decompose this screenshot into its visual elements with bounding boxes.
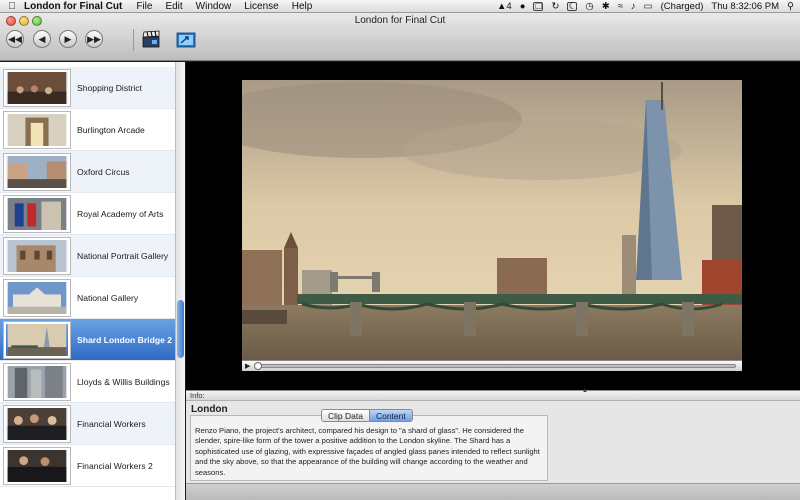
list-item-selected[interactable]: Shard London Bridge 2 (0, 319, 175, 361)
list-item-label: Financial Workers (77, 418, 146, 429)
tab-clip-data[interactable]: Clip Data (322, 410, 369, 421)
adobe-badge: 4 (506, 0, 512, 12)
toolbar-divider (133, 29, 134, 51)
list-item-label: Shard London Bridge 2 (77, 334, 173, 345)
clip-thumbnail (4, 405, 70, 442)
battery-status: (Charged) (660, 0, 704, 12)
clip-thumbnail (4, 69, 70, 106)
clip-thumbnail (4, 153, 70, 190)
clip-thumbnail (4, 321, 70, 358)
status-square-icon[interactable]: □ (533, 1, 544, 11)
sync-icon[interactable]: ↻ (551, 1, 559, 12)
app-menu[interactable]: London for Final Cut (24, 1, 122, 12)
menu-edit[interactable]: Edit (165, 1, 182, 12)
clip-thumbnail (4, 111, 70, 148)
info-header: Info: (186, 391, 800, 401)
menu-file[interactable]: File (136, 1, 152, 12)
list-item-label: Burlington Arcade (77, 124, 145, 135)
menu-help[interactable]: Help (292, 1, 313, 12)
list-item[interactable]: National Gallery (0, 277, 175, 319)
sleep-icon[interactable]: ☾ (567, 1, 578, 11)
clip-thumbnail (4, 237, 70, 274)
time-machine-icon[interactable]: ◷ (585, 1, 593, 12)
pane-resize-icon[interactable]: ▲ (582, 388, 588, 394)
fast-forward-button[interactable]: ▶▶ (85, 30, 103, 48)
apple-menu-icon[interactable]:  (0, 1, 24, 12)
globe-icon[interactable]: ● (520, 1, 526, 12)
window-title: London for Final Cut (354, 15, 446, 26)
sidebar-scrollbar[interactable] (175, 62, 185, 500)
list-item[interactable]: Shopping District (0, 67, 175, 109)
video-controls: ▶ (242, 360, 742, 371)
export-icon[interactable] (176, 31, 196, 48)
skip-to-start-button[interactable]: ◀◀ (6, 30, 24, 48)
list-item-label: Shopping District (77, 82, 142, 93)
clapperboard-icon[interactable] (141, 30, 161, 48)
clip-thumbnail (4, 447, 70, 484)
adobe-icon[interactable]: ▲4 (497, 1, 512, 12)
inline-play-icon[interactable]: ▶ (245, 362, 250, 370)
list-item[interactable]: Financial Workers 2 (0, 445, 175, 487)
clip-list[interactable]: Shopping District Burlington Arcade Oxfo… (0, 62, 185, 500)
bluetooth-icon[interactable]: ✱ (602, 1, 610, 12)
list-item-label: National Portrait Gallery (77, 250, 169, 261)
scrubber-track[interactable] (256, 364, 736, 368)
menu-bar:  London for Final Cut File Edit Window … (0, 0, 800, 13)
volume-icon[interactable]: ♪ (631, 1, 636, 12)
tab-content[interactable]: Content (368, 410, 412, 421)
wifi-icon[interactable]: ≈ (618, 1, 623, 12)
rewind-button[interactable]: ◀ (33, 30, 51, 48)
list-item[interactable]: National Portrait Gallery (0, 235, 175, 277)
menu-window[interactable]: Window (196, 1, 232, 12)
spotlight-search-icon[interactable]: ⚲ (787, 1, 794, 12)
list-item-label: National Gallery (77, 292, 139, 303)
list-item-label: Royal Academy of Arts (77, 208, 164, 219)
content-text: Renzo Piano, the project's architect, co… (190, 415, 548, 481)
list-item-label: Lloyds & Willis Buildings (77, 376, 170, 387)
menu-license[interactable]: License (244, 1, 278, 12)
info-title: London (191, 404, 228, 415)
battery-icon[interactable]: ▭ (644, 1, 653, 12)
menu-clock[interactable]: Thu 8:32:06 PM (711, 1, 779, 12)
list-item[interactable]: Financial Workers (0, 403, 175, 445)
play-button[interactable]: ▶ (59, 30, 77, 48)
video-frame[interactable] (242, 80, 742, 360)
scrollbar-thumb[interactable] (177, 300, 184, 358)
clip-thumbnail (4, 279, 70, 316)
info-pane: Info: ▲ London Clip Data Content Renzo P… (186, 388, 800, 500)
bottom-bar (186, 483, 800, 500)
video-player: ▶ (186, 62, 800, 390)
list-item-label: Financial Workers 2 (77, 460, 153, 471)
list-item[interactable]: Oxford Circus (0, 151, 175, 193)
list-item-label: Oxford Circus (77, 166, 130, 177)
list-item[interactable]: Burlington Arcade (0, 109, 175, 151)
list-item[interactable]: Royal Academy of Arts (0, 193, 175, 235)
list-item[interactable]: Lloyds & Willis Buildings (0, 361, 175, 403)
scrubber-knob[interactable] (254, 362, 262, 370)
clip-thumbnail (4, 195, 70, 232)
window-toolbar: London for Final Cut ◀◀ ◀ ▶ ▶▶ (0, 13, 800, 61)
info-tabs: Clip Data Content (321, 409, 413, 422)
clip-thumbnail (4, 363, 70, 400)
